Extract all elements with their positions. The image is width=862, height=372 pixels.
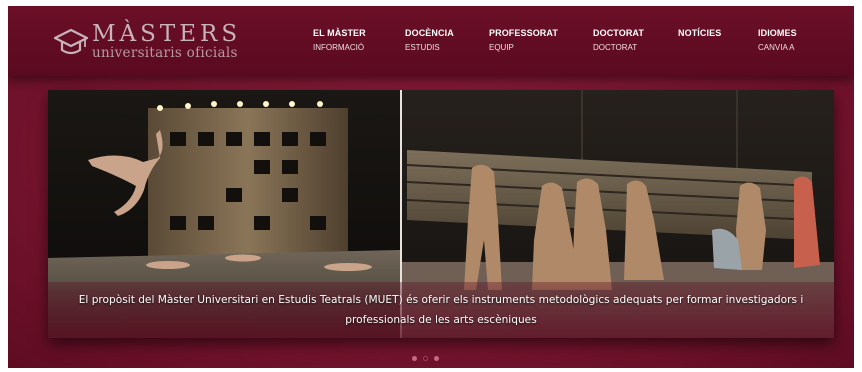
nav-label: IDIOMES (758, 28, 797, 38)
slider-dot-1[interactable] (412, 356, 417, 361)
hero-slider[interactable]: El propòsit del Màster Universitari en E… (48, 90, 834, 338)
caption-text: El propòsit del Màster Universitari en E… (78, 294, 804, 326)
slide-caption: El propòsit del Màster Universitari en E… (48, 282, 834, 338)
nav-label: NOTÍCIES (678, 28, 722, 38)
main-nav: EL MÀSTER INFORMACIÓ DOCÈNCIA ESTUDIS PR… (8, 28, 854, 58)
nav-item-doctorat[interactable]: DOCTORAT DOCTORAT (593, 28, 644, 52)
nav-sublabel: ESTUDIS (405, 43, 440, 52)
nav-label: EL MÀSTER (313, 28, 366, 38)
nav-sublabel: DOCTORAT (593, 43, 638, 52)
nav-item-docencia[interactable]: DOCÈNCIA ESTUDIS (405, 28, 454, 52)
nav-label: PROFESSORAT (489, 28, 558, 38)
slider-dot-2[interactable] (423, 356, 428, 361)
slider-dot-3[interactable] (434, 356, 439, 361)
nav-label: DOCÈNCIA (405, 28, 454, 38)
nav-sublabel: INFORMACIÓ (313, 43, 365, 52)
nav-item-el-master[interactable]: EL MÀSTER INFORMACIÓ (313, 28, 366, 52)
nav-item-noticies[interactable]: NOTÍCIES (678, 28, 721, 43)
nav-sublabel: CANVIA A (758, 43, 795, 52)
site-header: MÀSTERS universitaris oficials EL MÀSTER… (8, 6, 854, 76)
nav-sublabel: EQUIP (489, 43, 514, 52)
page: MÀSTERS universitaris oficials EL MÀSTER… (8, 6, 854, 368)
nav-item-professorat[interactable]: PROFESSORAT EQUIP (489, 28, 558, 52)
nav-item-idiomes[interactable]: IDIOMES CANVIA A (758, 28, 797, 52)
slider-pagination (412, 356, 439, 361)
nav-label: DOCTORAT (593, 28, 644, 38)
